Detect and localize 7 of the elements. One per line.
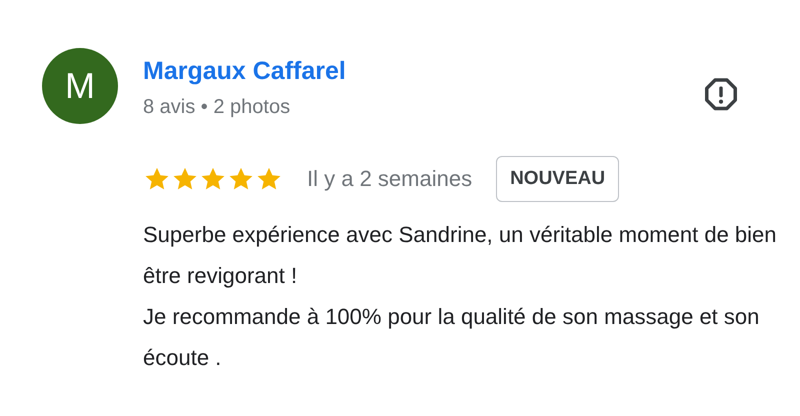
author-name[interactable]: Margaux Caffarel: [143, 56, 346, 86]
review-text: Superbe expérience avec Sandrine, un véritable moment de bien être revigorant !: [143, 221, 778, 290]
avatar: M: [42, 48, 118, 124]
review-text: Je recommande à 100% pour la qualité de son massage et son écoute .: [143, 303, 760, 372]
new-badge: NOUVEAU: [496, 156, 620, 202]
review-date: Il y a 2 semaines: [307, 166, 472, 192]
author-meta: 8 avis • 2 photos: [143, 95, 292, 120]
